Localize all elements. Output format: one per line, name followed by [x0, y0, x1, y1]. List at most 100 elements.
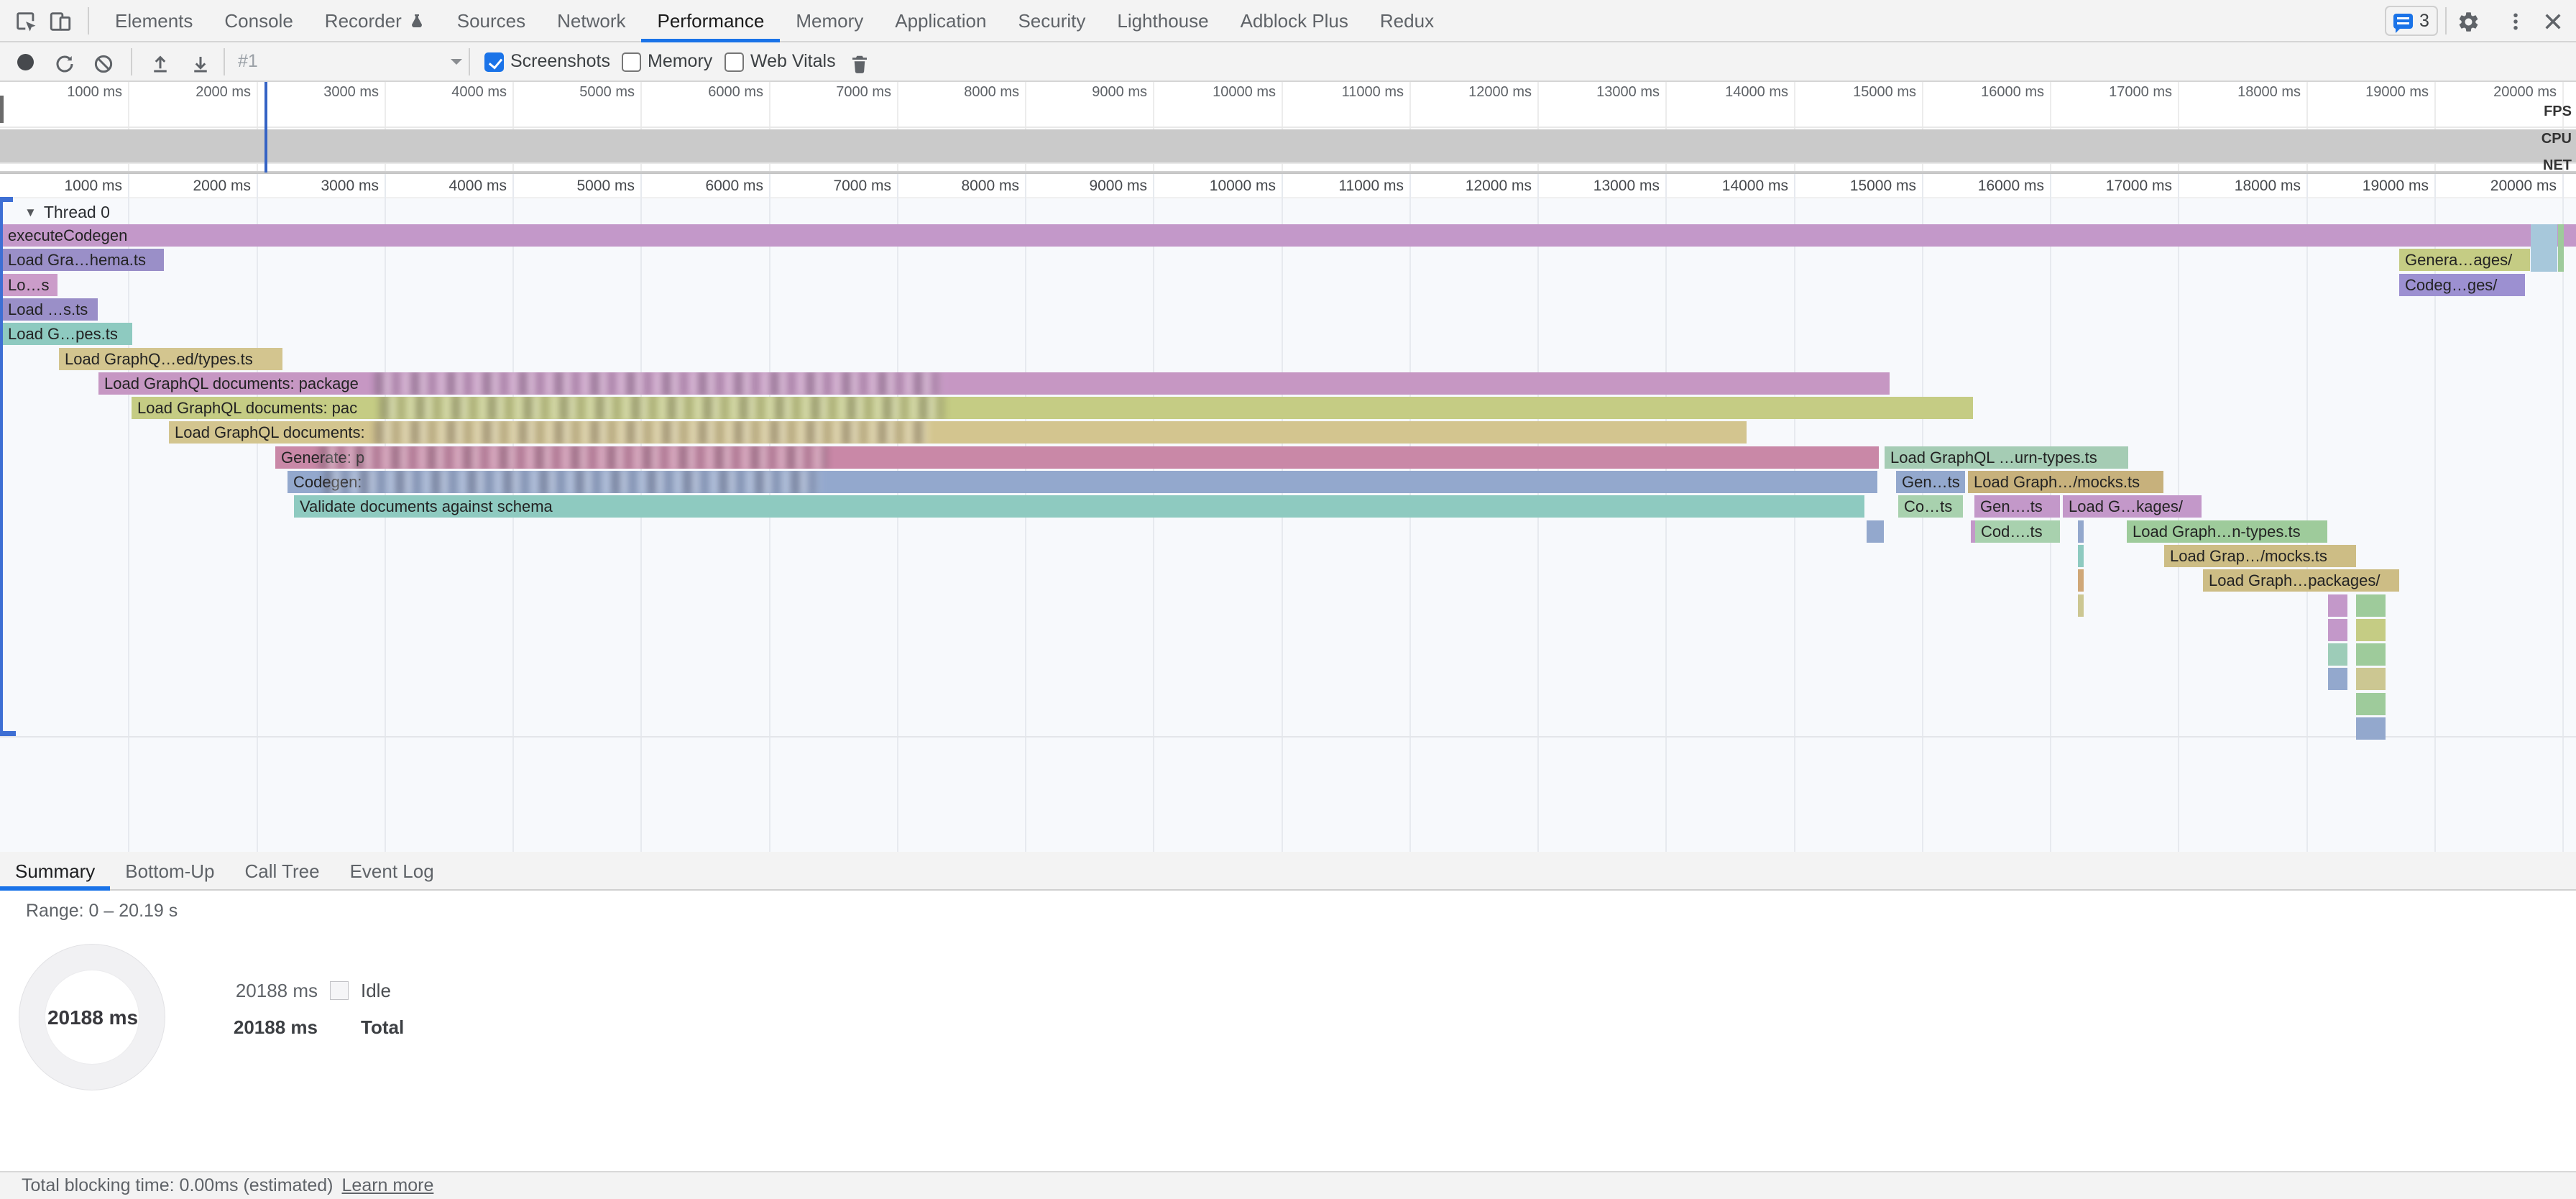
redacted-text: [323, 471, 819, 493]
flame-bar-load-graphq-ed-types-ts[interactable]: Load GraphQ…ed/types.ts: [59, 348, 282, 370]
settings-gear-icon[interactable]: [2455, 9, 2481, 35]
flame-bar-codeg-ges[interactable]: Codeg…ges/: [2399, 274, 2525, 296]
tab-sources[interactable]: Sources: [441, 0, 541, 42]
flame-bar-gen-ts[interactable]: Gen…ts: [1896, 471, 1965, 493]
flame-bar[interactable]: [2328, 619, 2347, 641]
flame-bar[interactable]: [2356, 717, 2386, 740]
flame-bar[interactable]: [2356, 594, 2386, 617]
ruler-tick-label: 5000 ms: [520, 84, 635, 101]
flame-bar-load-grap-mocks-ts[interactable]: Load Grap…/mocks.ts: [2164, 545, 2356, 567]
tab-summary[interactable]: Summary: [0, 852, 110, 891]
memory-checkbox[interactable]: [622, 52, 641, 72]
flame-bar-gen-ts[interactable]: Gen….ts: [1974, 495, 2060, 518]
overview-playhead[interactable]: [264, 82, 267, 173]
inspect-element-icon[interactable]: [13, 9, 39, 35]
flame-bar[interactable]: [2356, 619, 2386, 641]
thread-header[interactable]: ▼ Thread 0: [24, 203, 110, 222]
flame-bar-label: Lo…s: [8, 276, 49, 294]
flame-bar[interactable]: [2356, 643, 2386, 666]
flame-bar-load-graph-packages[interactable]: Load Graph…packages/: [2203, 569, 2399, 592]
flame-bar[interactable]: [2328, 643, 2347, 666]
export-profile-icon[interactable]: [188, 51, 213, 77]
flame-bar[interactable]: [2328, 668, 2347, 690]
tabbar-divider: [88, 7, 89, 35]
flame-bar[interactable]: [2078, 545, 2084, 567]
toolbar-divider-2: [224, 48, 225, 75]
flame-bar[interactable]: [2078, 594, 2084, 617]
history-select[interactable]: #1: [238, 42, 462, 81]
tab-memory[interactable]: Memory: [780, 0, 879, 42]
flame-bar-load-graphql-documents[interactable]: Load GraphQL documents:: [169, 421, 1747, 444]
tab-redux[interactable]: Redux: [1364, 0, 1450, 42]
flame-bar[interactable]: [2356, 693, 2386, 715]
tab-security[interactable]: Security: [1002, 0, 1101, 42]
flame-bar-load-graphql-documents-pac[interactable]: Load GraphQL documents: pac: [132, 397, 1973, 419]
timeline-overview[interactable]: 1000 ms2000 ms3000 ms4000 ms5000 ms6000 …: [0, 82, 2576, 173]
tab-label: Redux: [1380, 10, 1434, 32]
record-icon[interactable]: [17, 54, 34, 70]
tab-call-tree[interactable]: Call Tree: [230, 852, 335, 891]
clear-recording-icon[interactable]: [91, 51, 116, 77]
flame-bar-load-graphql-documents-package[interactable]: Load GraphQL documents: package: [98, 372, 1890, 395]
flame-bar[interactable]: [2531, 224, 2557, 272]
flame-bar[interactable]: [2328, 594, 2347, 617]
tab-label: Adblock Plus: [1241, 10, 1348, 32]
flame-bar-codegen[interactable]: Codegen:: [288, 471, 1877, 493]
learn-more-link[interactable]: Learn more: [342, 1175, 434, 1196]
tab-label: Recorder: [325, 10, 402, 32]
summary-pane: Range: 0 – 20.19 s 20188 ms 20188 msIdle…: [0, 891, 2576, 1171]
flame-bar-lo-s[interactable]: Lo…s: [2, 274, 58, 296]
redacted-text: [374, 421, 927, 444]
cpu-activity-band: [0, 129, 2576, 162]
flame-bar-executecodegen[interactable]: executeCodegen: [2, 224, 2576, 247]
ruler-tick-label: 17000 ms: [2057, 84, 2172, 101]
flame-bar-label: Load Graph…/mocks.ts: [1974, 473, 2140, 491]
reload-and-record-icon[interactable]: [52, 51, 78, 77]
flame-bar[interactable]: [1867, 520, 1884, 543]
flame-bar[interactable]: [2078, 520, 2084, 543]
screenshots-checkbox[interactable]: [484, 52, 504, 72]
flame-bar[interactable]: [2078, 569, 2084, 592]
flame-bar[interactable]: [2356, 668, 2386, 690]
status-bar: Total blocking time: 0.00ms (estimated) …: [0, 1171, 2576, 1199]
close-devtools-icon[interactable]: [2540, 9, 2566, 35]
tab-bottom-up[interactable]: Bottom-Up: [110, 852, 229, 891]
flame-bar-load-g-pes-ts[interactable]: Load G…pes.ts: [2, 323, 132, 345]
tab-elements[interactable]: Elements: [99, 0, 208, 42]
more-options-kebab-icon[interactable]: [2503, 9, 2529, 35]
flame-bar-co-ts[interactable]: Co…ts: [1898, 495, 1963, 518]
flame-bar-load-graph-n-types-ts[interactable]: Load Graph…n-types.ts: [2127, 520, 2327, 543]
flame-bar-load-s-ts[interactable]: Load …s.ts: [2, 298, 98, 321]
tab-network[interactable]: Network: [541, 0, 641, 42]
ruler-tick-label: 12000 ms: [1417, 178, 1532, 195]
flame-bar-load-graph-mocks-ts[interactable]: Load Graph…/mocks.ts: [1968, 471, 2163, 493]
flame-chart-pane[interactable]: 1000 ms2000 ms3000 ms4000 ms5000 ms6000 …: [0, 173, 2576, 852]
trash-icon[interactable]: [847, 51, 873, 77]
flame-bar-validate-documents-against-schema[interactable]: Validate documents against schema: [294, 495, 1864, 518]
flame-bar-label: Codeg…ges/: [2405, 276, 2497, 294]
issues-button[interactable]: 3: [2385, 6, 2438, 36]
tab-adblock-plus[interactable]: Adblock Plus: [1225, 0, 1364, 42]
flame-bar-load-graphql-urn-types-ts[interactable]: Load GraphQL …urn-types.ts: [1885, 446, 2128, 469]
issues-count: 3: [2419, 11, 2429, 32]
device-toolbar-icon[interactable]: [47, 9, 73, 35]
lane-label-net: NET: [2543, 157, 2572, 174]
flame-bar-cod-ts[interactable]: Cod….ts: [1975, 520, 2060, 543]
flame-bar-genera-ages[interactable]: Genera…ages/: [2399, 249, 2530, 271]
tab-console[interactable]: Console: [208, 0, 308, 42]
tab-label: Network: [557, 10, 625, 32]
tab-lighthouse[interactable]: Lighthouse: [1101, 0, 1224, 42]
tab-performance[interactable]: Performance: [641, 0, 780, 42]
flame-bar[interactable]: [2558, 224, 2564, 272]
flame-bar-load-gra-hema-ts[interactable]: Load Gra…hema.ts: [2, 249, 164, 271]
tab-label: Application: [895, 10, 986, 32]
flame-bar-generate-p[interactable]: Generate: p: [275, 446, 1879, 469]
web-vitals-checkbox[interactable]: [724, 52, 744, 72]
performance-toolbar: #1 ScreenshotsMemoryWeb Vitals: [0, 42, 2576, 82]
flame-bar-load-g-kages[interactable]: Load G…kages/: [2063, 495, 2202, 518]
tab-application[interactable]: Application: [879, 0, 1002, 42]
tab-recorder[interactable]: Recorder: [309, 0, 441, 42]
tab-event-log[interactable]: Event Log: [335, 852, 449, 891]
import-profile-icon[interactable]: [147, 51, 173, 77]
legend-label: Total: [361, 1016, 404, 1039]
